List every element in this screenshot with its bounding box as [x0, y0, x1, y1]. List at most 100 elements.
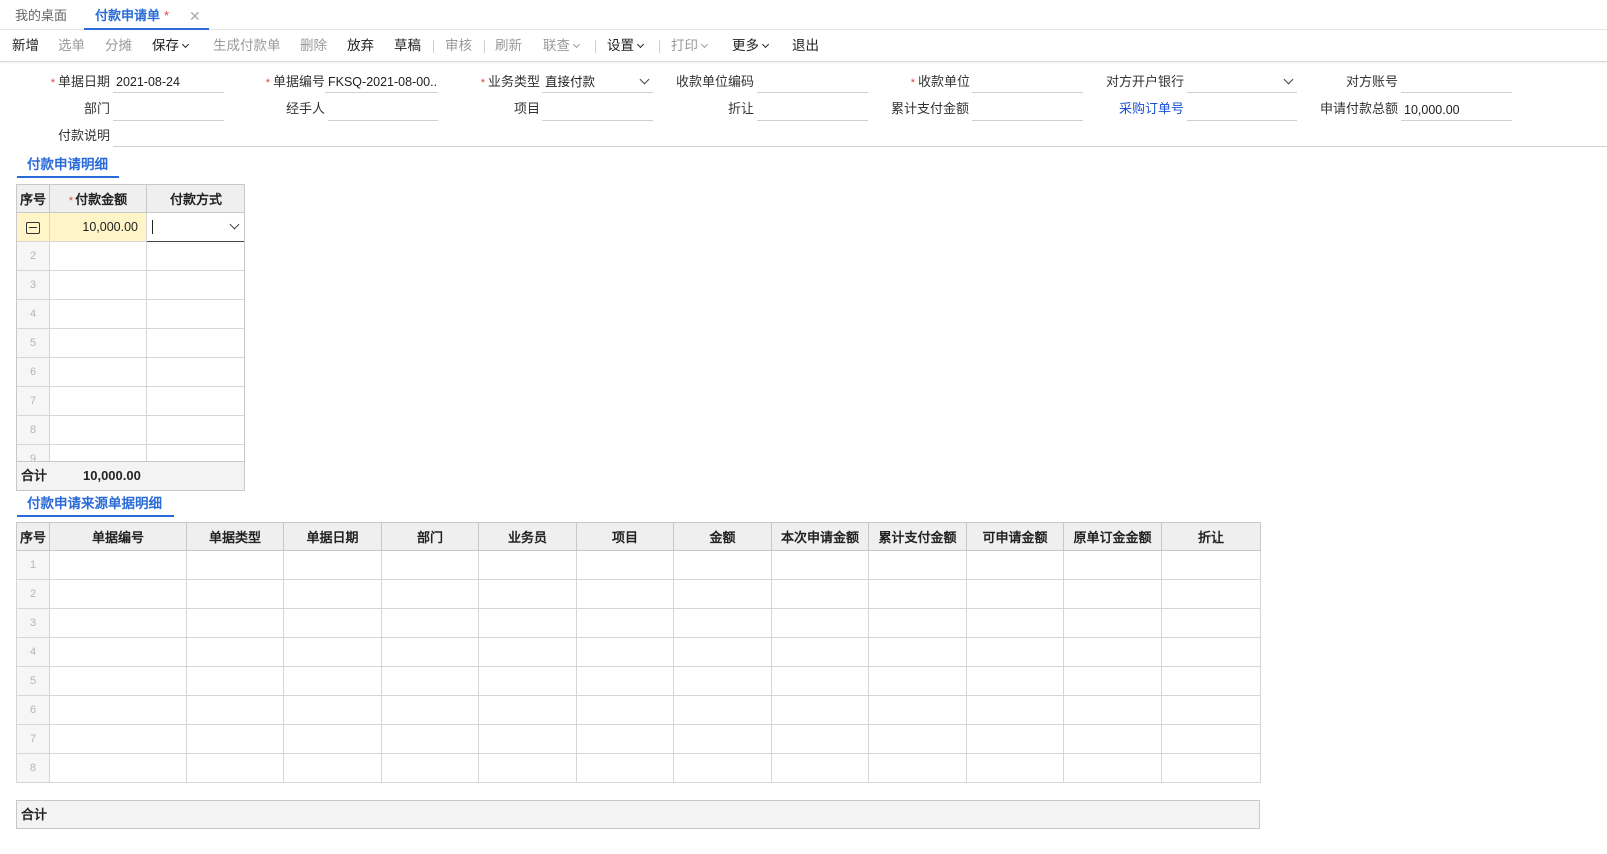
source-cell[interactable] [283, 637, 382, 667]
source-cell[interactable] [771, 608, 869, 638]
source-cell[interactable] [576, 550, 674, 580]
chevron-down-icon[interactable] [229, 219, 240, 230]
table-row[interactable]: 5 [17, 328, 244, 358]
source-cell[interactable] [576, 695, 674, 725]
table-row[interactable]: 3 [16, 608, 1261, 638]
amount-cell[interactable] [49, 299, 147, 329]
source-cell[interactable] [966, 753, 1064, 783]
source-cell[interactable] [576, 666, 674, 696]
source-cell[interactable] [381, 550, 479, 580]
source-cell[interactable] [49, 579, 187, 609]
method-cell[interactable] [146, 270, 244, 300]
source-cell[interactable] [966, 637, 1064, 667]
table-row[interactable]: 10,000.00 [17, 212, 244, 242]
source-cell[interactable] [868, 579, 967, 609]
source-cell[interactable] [966, 666, 1064, 696]
row-handle[interactable] [17, 212, 50, 242]
discard-button[interactable]: 放弃 [347, 31, 374, 62]
po-no-field[interactable] [1187, 99, 1297, 121]
method-cell[interactable] [146, 328, 244, 358]
more-button[interactable]: 更多 [732, 31, 770, 62]
source-cell[interactable] [966, 579, 1064, 609]
source-cell[interactable] [1161, 695, 1261, 725]
generate-payment-button[interactable]: 生成付款单 [213, 31, 281, 62]
source-cell[interactable] [1161, 753, 1261, 783]
source-cell[interactable] [186, 753, 284, 783]
source-cell[interactable] [1161, 724, 1261, 754]
source-cell[interactable] [381, 608, 479, 638]
source-cell[interactable] [283, 666, 382, 696]
source-cell[interactable] [381, 724, 479, 754]
source-cell[interactable] [49, 753, 187, 783]
source-cell[interactable] [673, 724, 772, 754]
table-row[interactable]: 8 [17, 415, 244, 445]
source-cell[interactable] [283, 753, 382, 783]
table-row[interactable]: 8 [16, 753, 1261, 783]
amount-cell[interactable] [49, 270, 147, 300]
source-cell[interactable] [478, 666, 577, 696]
source-cell[interactable] [49, 608, 187, 638]
source-cell[interactable] [576, 579, 674, 609]
source-cell[interactable] [868, 695, 967, 725]
source-cell[interactable] [771, 666, 869, 696]
source-cell[interactable] [1161, 608, 1261, 638]
source-cell[interactable] [673, 550, 772, 580]
refresh-button[interactable]: 刷新 [495, 31, 522, 62]
source-cell[interactable] [49, 666, 187, 696]
source-cell[interactable] [49, 724, 187, 754]
payment-method-combo[interactable] [146, 212, 244, 242]
source-cell[interactable] [283, 608, 382, 638]
source-cell[interactable] [868, 550, 967, 580]
amount-cell[interactable] [49, 328, 147, 358]
source-cell[interactable] [381, 666, 479, 696]
source-cell[interactable] [771, 753, 869, 783]
table-row[interactable]: 4 [17, 299, 244, 329]
source-cell[interactable] [868, 666, 967, 696]
source-cell[interactable] [576, 637, 674, 667]
source-cell[interactable] [771, 695, 869, 725]
table-row[interactable]: 3 [17, 270, 244, 300]
dept-field[interactable] [113, 99, 224, 121]
source-cell[interactable] [576, 608, 674, 638]
amount-cell[interactable] [49, 357, 147, 387]
source-cell[interactable] [186, 579, 284, 609]
table-row[interactable]: 6 [17, 357, 244, 387]
source-cell[interactable] [186, 724, 284, 754]
detail-section-tab[interactable]: 付款申请明细 [17, 154, 119, 178]
source-cell[interactable] [478, 579, 577, 609]
source-cell[interactable] [1063, 579, 1162, 609]
paid-total-field[interactable] [972, 99, 1083, 121]
table-row[interactable]: 2 [16, 579, 1261, 609]
source-cell[interactable] [966, 550, 1064, 580]
source-cell[interactable] [966, 724, 1064, 754]
split-button[interactable]: 分摊 [105, 31, 132, 62]
source-cell[interactable] [1161, 579, 1261, 609]
source-cell[interactable] [673, 695, 772, 725]
source-cell[interactable] [868, 637, 967, 667]
source-cell[interactable] [478, 695, 577, 725]
biz-type-select[interactable]: 直接付款 [542, 71, 653, 93]
select-order-button[interactable]: 选单 [58, 31, 85, 62]
po-no-link[interactable]: 采购订单号 [1090, 99, 1184, 119]
desc-field[interactable] [113, 125, 1607, 147]
source-cell[interactable] [186, 695, 284, 725]
close-icon[interactable]: ✕ [189, 0, 201, 32]
source-cell[interactable] [1063, 666, 1162, 696]
table-row[interactable]: 7 [16, 724, 1261, 754]
source-cell[interactable] [966, 695, 1064, 725]
source-cell[interactable] [1161, 637, 1261, 667]
bank-select[interactable] [1187, 71, 1297, 93]
source-cell[interactable] [1063, 637, 1162, 667]
source-cell[interactable] [673, 608, 772, 638]
payee-code-field[interactable] [757, 71, 868, 93]
doc-no-field[interactable]: FKSQ-2021-08-00... [325, 71, 438, 93]
source-cell[interactable] [1161, 550, 1261, 580]
source-cell[interactable] [1063, 724, 1162, 754]
source-cell[interactable] [478, 637, 577, 667]
source-cell[interactable] [868, 724, 967, 754]
method-cell[interactable] [146, 386, 244, 416]
source-cell[interactable] [868, 608, 967, 638]
account-field[interactable] [1401, 71, 1512, 93]
source-cell[interactable] [49, 637, 187, 667]
table-row[interactable]: 4 [16, 637, 1261, 667]
